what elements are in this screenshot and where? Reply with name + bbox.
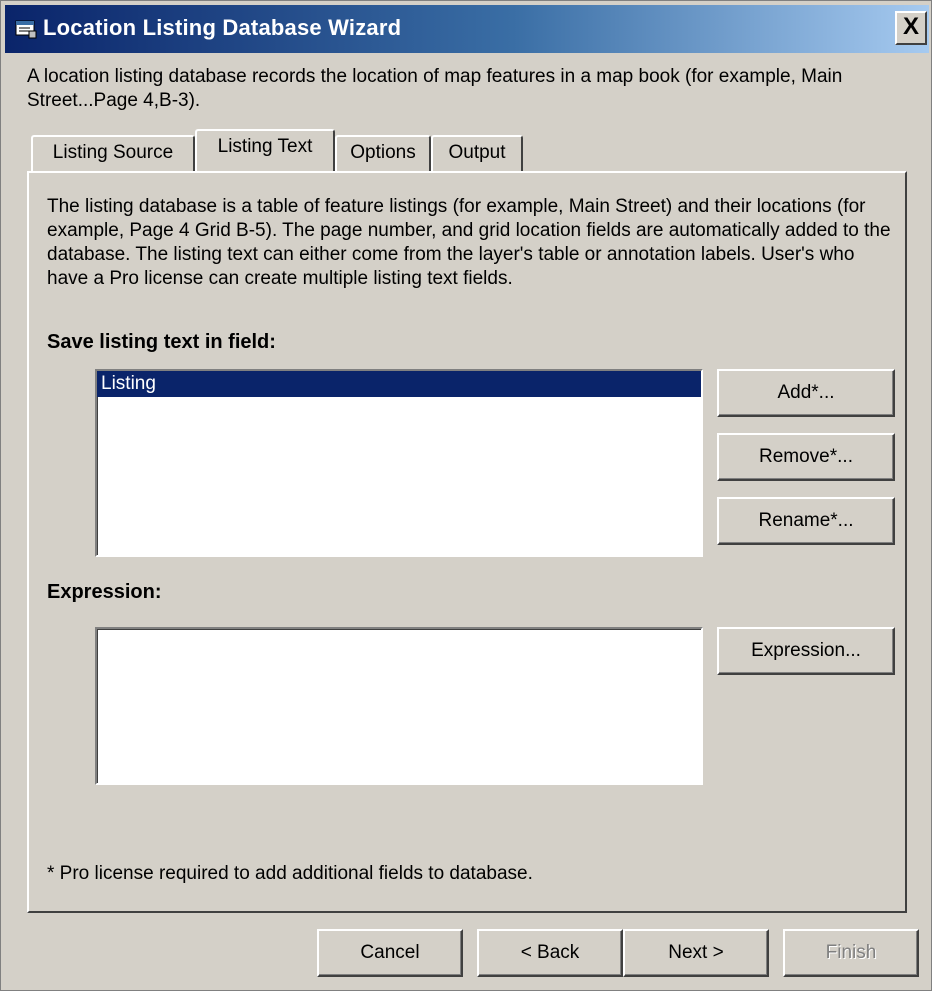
wizard-intro-text: A location listing database records the … xyxy=(27,66,843,111)
save-field-label: Save listing text in field: xyxy=(47,331,276,353)
tab-listing-text[interactable]: Listing Text xyxy=(195,129,335,171)
rename-field-button[interactable]: Rename*... xyxy=(717,497,895,545)
next-button[interactable]: Next > xyxy=(623,929,769,977)
database-app-icon xyxy=(15,20,37,39)
expression-button[interactable]: Expression... xyxy=(717,627,895,675)
pro-license-footnote: * Pro license required to add additional… xyxy=(47,863,533,884)
cancel-button[interactable]: Cancel xyxy=(317,929,463,977)
list-item[interactable]: Listing xyxy=(97,371,701,397)
finish-button[interactable]: Finish xyxy=(783,929,919,977)
tab-panel-listing-text: The listing database is a table of featu… xyxy=(27,171,907,913)
add-field-button[interactable]: Add*... xyxy=(717,369,895,417)
close-button[interactable]: X xyxy=(895,11,927,45)
tab-listing-source[interactable]: Listing Source xyxy=(31,135,195,173)
field-listbox[interactable]: Listing xyxy=(95,369,703,557)
expression-textbox[interactable] xyxy=(95,627,703,785)
close-icon: X xyxy=(902,13,919,40)
wizard-window: Location Listing Database Wizard X A loc… xyxy=(0,0,932,991)
title-bar[interactable]: Location Listing Database Wizard X xyxy=(5,5,929,53)
window-title: Location Listing Database Wizard xyxy=(43,15,402,40)
tab-options[interactable]: Options xyxy=(335,135,431,173)
remove-field-button[interactable]: Remove*... xyxy=(717,433,895,481)
back-button[interactable]: < Back xyxy=(477,929,623,977)
listing-description: The listing database is a table of featu… xyxy=(47,196,891,289)
tab-output[interactable]: Output xyxy=(431,135,523,173)
expression-label: Expression: xyxy=(47,581,162,603)
